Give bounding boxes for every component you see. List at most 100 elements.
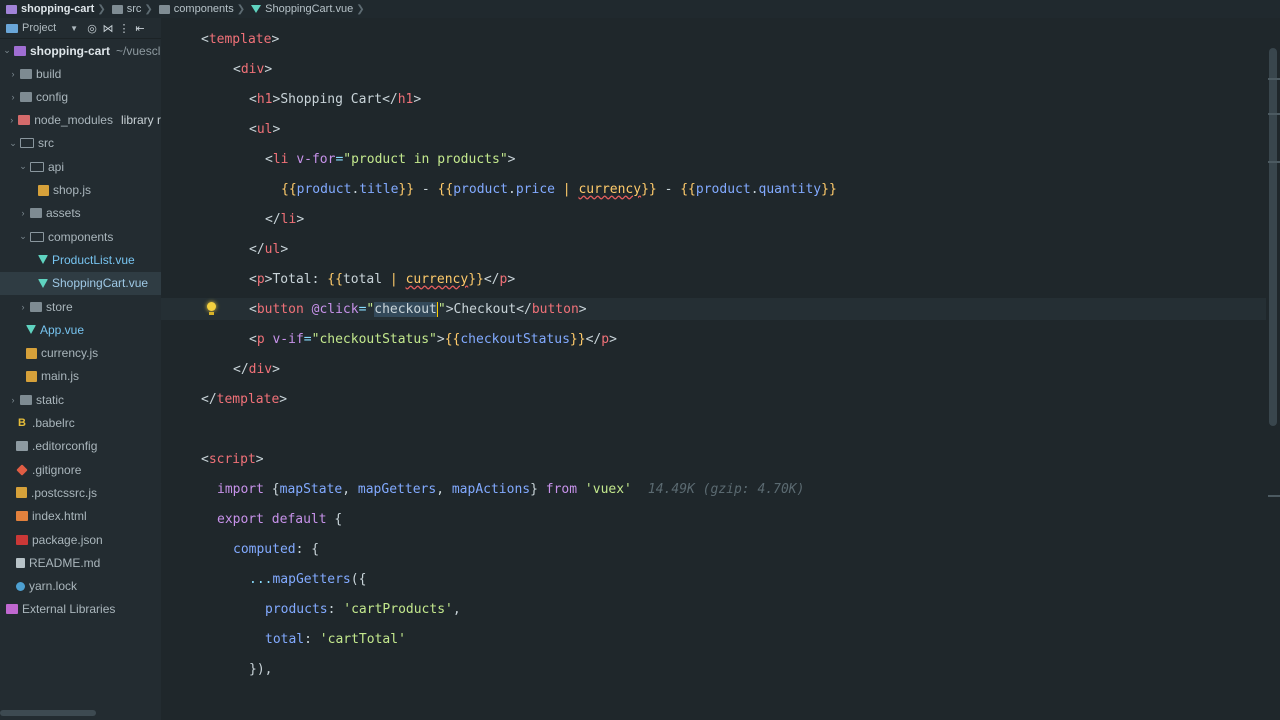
code-line-div-open[interactable]: < div > [233, 58, 272, 80]
sidebar-item-store[interactable]: › store [0, 295, 161, 318]
code-token: v-for [296, 151, 336, 167]
code-line-total-getter-line[interactable]: total: 'cartTotal' [265, 628, 406, 650]
code-line-button-line[interactable]: < button @click = " checkout " > Checkout </butt… [249, 298, 587, 320]
sidebar-item-api[interactable]: ⌄ api [0, 155, 161, 178]
code-token: mapGetters [357, 481, 437, 497]
sidebar-item-shop-js[interactable]: shop.js [0, 179, 161, 202]
horizontal-scrollbar[interactable] [0, 710, 96, 716]
npm-icon [16, 534, 28, 545]
code-token: > [609, 331, 617, 347]
lightbulb-icon[interactable] [205, 302, 217, 316]
code-line-h1-line[interactable]: < h1 > Shopping Cart </h1 > [249, 88, 421, 110]
code-editor[interactable]: < template > < div > < h1 > Shopping Cart </h1 > < ul… [161, 18, 1280, 720]
code-line-import-line[interactable]: import {mapState, mapGetters, mapActions… [217, 478, 804, 500]
code-line-ul-close[interactable]: </ul > [249, 238, 288, 260]
sidebar-item-label: node_modules [34, 113, 113, 128]
hide-icon[interactable]: ⇤ [132, 22, 148, 35]
project-folder-icon [6, 4, 17, 14]
code-token: > [280, 241, 289, 257]
breadcrumb-components[interactable]: components [153, 3, 237, 15]
sidebar-item-components[interactable]: ⌄ components [0, 225, 161, 248]
sidebar-item-postcssrc-js[interactable]: .postcssrc.js [0, 481, 161, 504]
sidebar-item-currency-js[interactable]: currency.js [0, 342, 161, 365]
code-line-script-open[interactable]: < script > [201, 448, 264, 470]
sidebar-item-babelrc[interactable]: B .babelrc [0, 412, 161, 435]
vue-file-icon [38, 278, 48, 288]
sidebar-item-app-vue[interactable]: App.vue [0, 318, 161, 341]
code-line-li-open[interactable]: < li v-for = "product in products" > [265, 148, 515, 170]
markdown-icon [16, 557, 25, 568]
sidebar-item-config[interactable]: › config [0, 85, 161, 108]
code-token: mapState [279, 481, 343, 497]
code-token: </ [201, 391, 217, 407]
sidebar-item-shoppingcart-vue[interactable]: ShoppingCart.vue [0, 271, 161, 295]
sidebar-item-label: api [48, 159, 65, 174]
chevron-right-icon[interactable]: › [18, 302, 28, 312]
code-line-close-line[interactable]: }), [249, 658, 272, 680]
code-token: " [366, 301, 375, 317]
code-token: p [256, 331, 265, 347]
code-token: , [342, 481, 358, 497]
sidebar-item-editorconfig[interactable]: .editorconfig [0, 435, 161, 458]
breadcrumb-file-label: ShoppingCart.vue [265, 3, 354, 15]
breadcrumb-src[interactable]: src [106, 3, 145, 15]
chevron-down-icon[interactable]: ⌄ [8, 138, 18, 149]
code-line-li-content[interactable]: {{product. title}} - {{product. price | cu… [281, 178, 837, 200]
code-token: > [272, 121, 281, 137]
chevron-right-icon[interactable]: › [8, 69, 18, 79]
sidebar-item-index-html[interactable]: index.html [0, 505, 161, 528]
code-line-mapgetters-line[interactable]: ... mapGetters({ [249, 568, 366, 590]
code-token: 'vuex' [584, 481, 632, 497]
code-line-li-close[interactable]: </li > [265, 208, 304, 230]
scroll-marker [1268, 113, 1280, 115]
sidebar-item-productlist-vue[interactable]: ProductList.vue [0, 248, 161, 271]
chevron-right-icon[interactable]: › [8, 395, 18, 405]
code-line-status-line[interactable]: < p v-if = "checkoutStatus" >{{checkoutStatu… [249, 328, 617, 350]
sidebar-item-main-js[interactable]: main.js [0, 365, 161, 388]
chevron-right-icon[interactable]: › [18, 208, 28, 218]
sidebar-item-build[interactable]: › build [0, 62, 161, 85]
view-picker[interactable]: Project ▼ [0, 22, 84, 34]
sidebar-item-src[interactable]: ⌄ src [0, 132, 161, 155]
code-line-computed-line[interactable]: computed: { [233, 538, 319, 560]
target-icon[interactable]: ◎ [84, 22, 100, 35]
code-line-template-close[interactable]: </template > [201, 388, 287, 410]
breadcrumb-file[interactable]: ShoppingCart.vue [245, 3, 356, 15]
sidebar-item-label: ShoppingCart.vue [52, 276, 149, 291]
sidebar-item-label: shop.js [53, 183, 92, 197]
collapse-icon[interactable]: ⋈ [100, 22, 116, 35]
code-line-export-line[interactable]: export default { [217, 508, 342, 530]
code-token: < [201, 451, 209, 467]
sidebar-item-static[interactable]: › static [0, 388, 161, 411]
code-line-template-open[interactable]: < template > [201, 28, 279, 50]
sidebar-item-gitignore[interactable]: .gitignore [0, 458, 161, 481]
tree-root[interactable]: ⌄ shopping-cart ~/vuescl [0, 39, 161, 62]
chevron-down-icon[interactable]: ⌄ [18, 161, 28, 172]
breadcrumb-project[interactable]: shopping-cart [0, 3, 97, 15]
code-line-ul-open[interactable]: < ul > [249, 118, 280, 140]
sidebar-item-label: main.js [41, 369, 80, 384]
code-token: . [750, 181, 759, 197]
sidebar-item-package-json[interactable]: package.json [0, 528, 161, 551]
vertical-scrollbar[interactable] [1269, 48, 1277, 426]
vue-file-icon [38, 255, 48, 265]
sidebar-item-external-libraries[interactable]: External Libraries [0, 598, 161, 621]
code-token: </ [233, 361, 249, 377]
sidebar-item-yarn-lock[interactable]: yarn.lock [0, 575, 161, 598]
sidebar-item-node-modules[interactable]: › node_modules library r [0, 109, 161, 132]
code-line-products-line[interactable]: products: 'cartProducts', [265, 598, 461, 620]
code-line-div-close[interactable]: </div > [233, 358, 280, 380]
code-token: > [264, 271, 273, 287]
sidebar-item-assets[interactable]: › assets [0, 202, 161, 225]
chevron-right-icon[interactable]: › [8, 92, 18, 102]
folder-icon [20, 91, 32, 102]
chevron-right-icon[interactable]: › [7, 115, 16, 125]
code-token: v-if [272, 331, 304, 347]
settings-icon[interactable]: ⋮ [116, 22, 132, 35]
yarn-icon [16, 581, 25, 591]
sidebar-item-readme-md[interactable]: README.md [0, 551, 161, 574]
chevron-down-icon[interactable]: ⌄ [18, 231, 28, 242]
folder-icon [20, 68, 32, 79]
code-line-total-line[interactable]: < p > Total: {{total | currency}} </p > [249, 268, 515, 290]
